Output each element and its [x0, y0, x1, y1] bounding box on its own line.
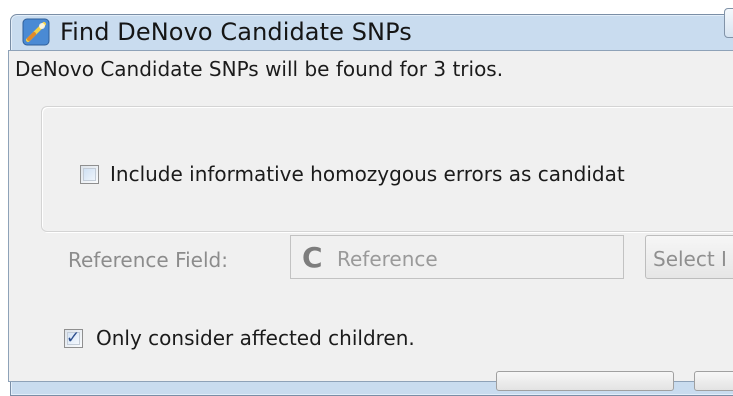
app-icon: [22, 18, 50, 46]
include-homozygous-checkbox[interactable]: [80, 165, 99, 184]
checkmark-icon: ✓: [66, 328, 81, 348]
reference-field-value: Reference: [337, 247, 438, 271]
field-type-icon: C: [302, 241, 323, 274]
reference-field-label: Reference Field:: [68, 248, 228, 272]
select-field-button[interactable]: Select I: [645, 235, 733, 279]
include-homozygous-label[interactable]: Include informative homozygous errors as…: [110, 162, 625, 186]
window-title: Find DeNovo Candidate SNPs: [60, 18, 412, 46]
affected-children-label[interactable]: Only consider affected children.: [96, 326, 415, 350]
reference-field-input: C Reference: [290, 235, 624, 279]
select-field-button-label: Select I: [653, 247, 727, 271]
affected-children-checkbox[interactable]: ✓: [64, 328, 83, 348]
trio-info-text: DeNovo Candidate SNPs will be found for …: [15, 57, 504, 81]
window-control-button[interactable]: [724, 8, 733, 38]
dialog-button[interactable]: [496, 371, 674, 391]
dialog-button[interactable]: [694, 371, 733, 391]
